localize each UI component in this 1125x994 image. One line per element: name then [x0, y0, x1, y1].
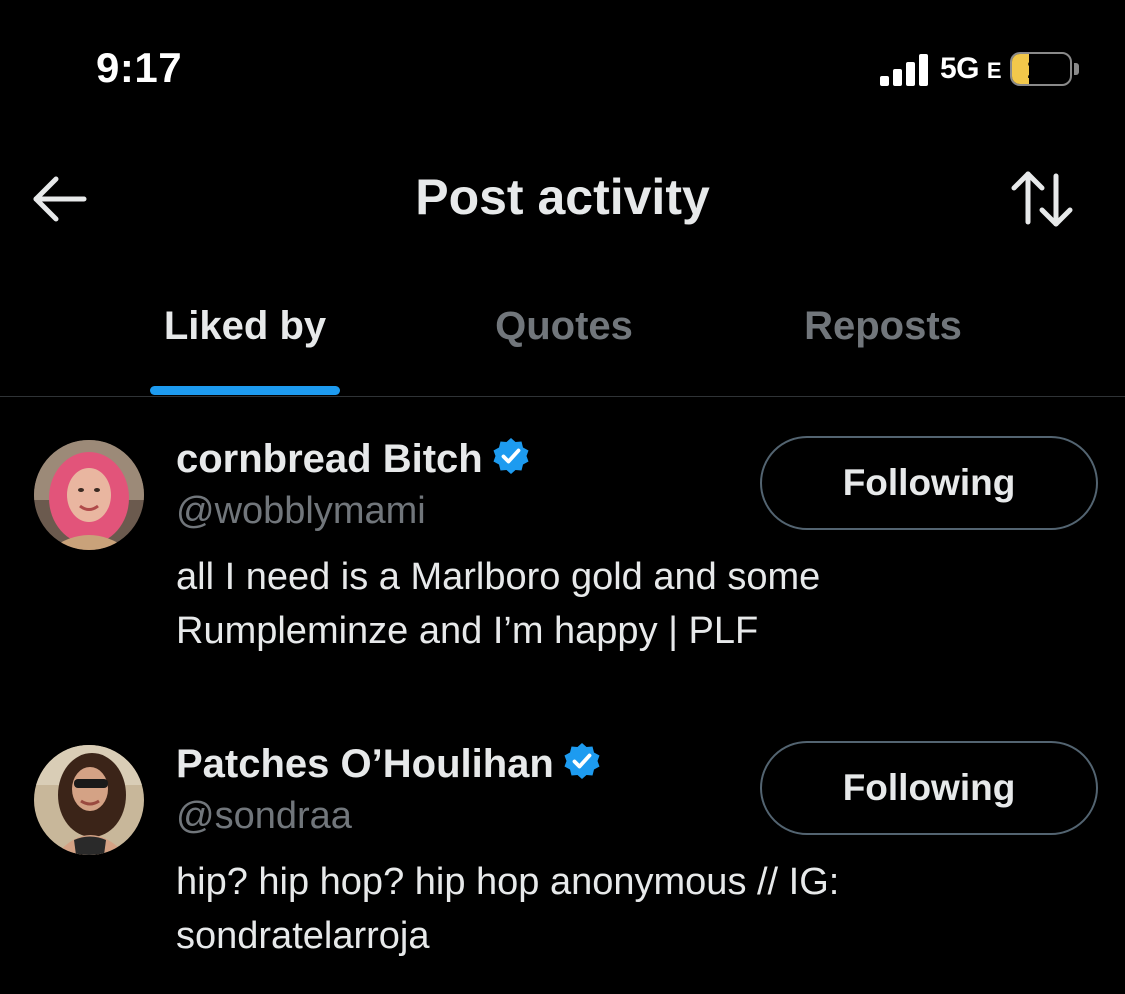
user-handle[interactable]: @wobblymami — [176, 490, 426, 533]
status-time: 9:17 — [96, 44, 183, 91]
tab-label: Quotes — [495, 304, 633, 348]
status-bar: 9:17 5G E 15 — [0, 0, 1125, 140]
page-title: Post activity — [415, 169, 710, 225]
network-indicator: 5G E — [940, 52, 1002, 85]
tab-label: Liked by — [163, 304, 327, 348]
bio-line: Rumpleminze and I’m happy | PLF — [176, 610, 759, 652]
list-item[interactable]: cornbread Bitch @wobblymami all I need i… — [0, 430, 1125, 690]
list-item[interactable]: Patches O’Houlihan @sondraa hip? hip hop… — [0, 735, 1125, 994]
avatar[interactable] — [34, 440, 144, 550]
battery-icon: 15 — [1010, 52, 1072, 86]
following-button[interactable]: Following — [760, 436, 1098, 530]
user-bio: hip? hip hop? hip hop anonymous // IG: s… — [176, 855, 976, 963]
sort-button[interactable] — [1008, 168, 1076, 230]
following-button[interactable]: Following — [760, 741, 1098, 835]
display-name-text: cornbread Bitch — [176, 437, 483, 481]
bio-line: sondratelarroja — [176, 915, 430, 957]
active-tab-indicator — [150, 386, 340, 395]
verified-badge-icon — [493, 438, 529, 474]
tab-quotes[interactable]: Quotes — [470, 304, 658, 397]
display-name[interactable]: Patches O’Houlihan — [176, 741, 602, 787]
verified-badge-icon — [564, 743, 600, 779]
bio-line: hip? hip hop? hip hop anonymous // IG: — [176, 861, 840, 903]
tab-label: Reposts — [804, 304, 962, 348]
activity-tabs: Liked by Quotes Reposts — [0, 290, 1125, 397]
bio-line: all I need is a Marlboro gold and some — [176, 556, 821, 598]
tab-reposts[interactable]: Reposts — [790, 304, 976, 397]
tab-liked-by[interactable]: Liked by — [148, 304, 342, 397]
display-name-text: Patches O’Houlihan — [176, 742, 554, 786]
avatar-image — [34, 745, 144, 855]
user-bio: all I need is a Marlboro gold and some R… — [176, 550, 976, 658]
avatar[interactable] — [34, 745, 144, 855]
user-handle[interactable]: @sondraa — [176, 795, 352, 838]
battery-level: 15 — [1026, 54, 1056, 84]
display-name[interactable]: cornbread Bitch — [176, 436, 531, 482]
sort-up-down-icon — [1011, 171, 1073, 227]
battery-nub — [1074, 63, 1079, 75]
avatar-image — [34, 440, 144, 550]
cellular-signal-icon — [880, 54, 928, 86]
